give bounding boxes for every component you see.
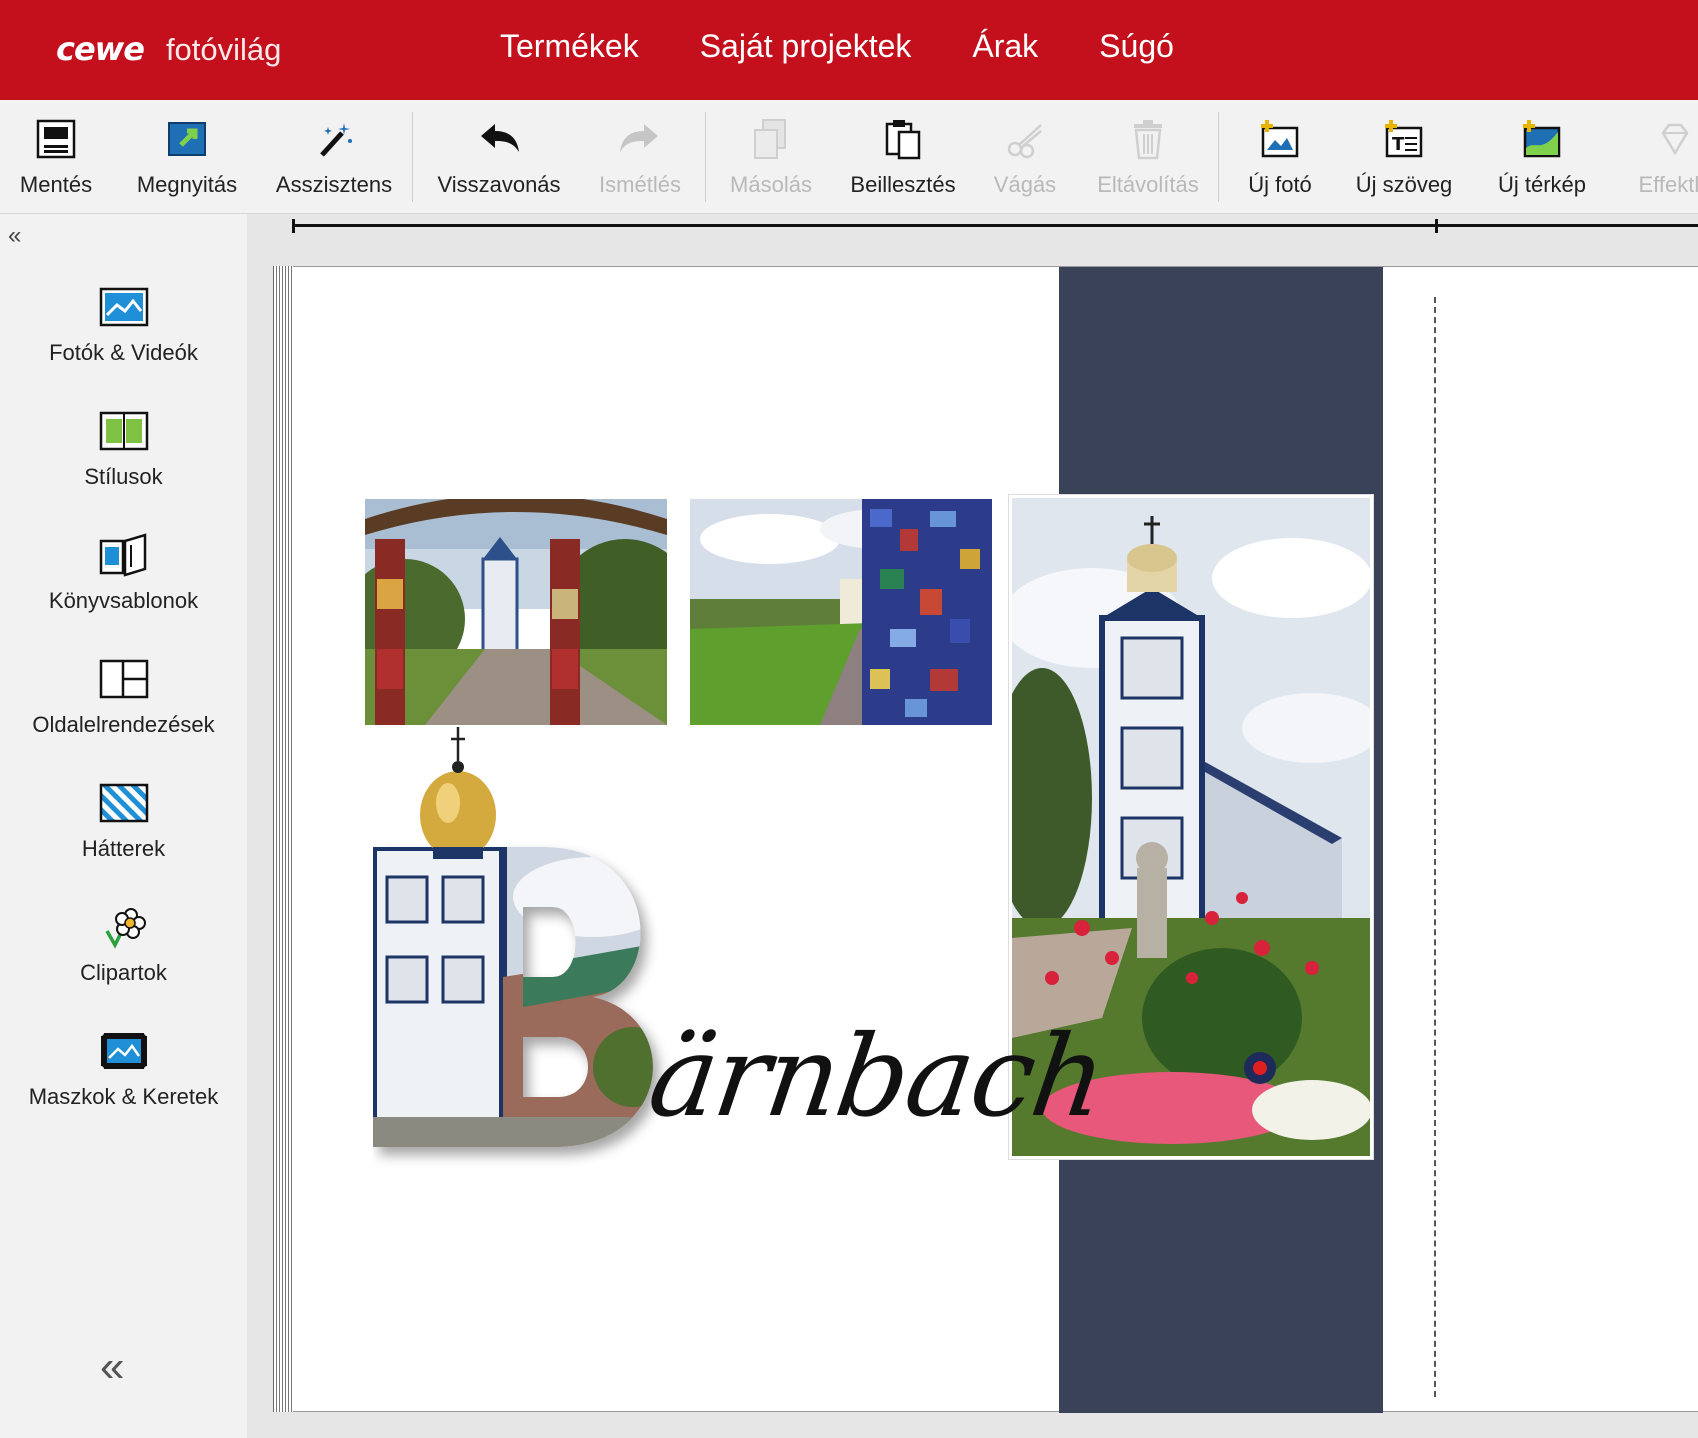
effects-icon — [1652, 116, 1698, 162]
magic-wand-icon — [311, 116, 357, 162]
editor-workspace: B ärnbach — [247, 214, 1698, 1438]
open-button[interactable]: Megnyitás — [132, 100, 242, 213]
ruler-tick — [292, 219, 295, 233]
logo-brand: cewe — [56, 30, 145, 68]
photos-icon — [98, 284, 150, 330]
undo-icon — [476, 116, 522, 162]
sidebar-item-label: Könyvsablonok — [48, 588, 199, 613]
effects-button[interactable]: Effektla — [1625, 100, 1698, 213]
book-spine — [273, 266, 293, 1412]
new-photo-button[interactable]: Új fotó — [1238, 100, 1322, 213]
nav-products[interactable]: Termékek — [500, 28, 639, 65]
paste-icon — [880, 116, 926, 162]
logo-product: fotóvilág — [165, 32, 282, 67]
styles-icon — [98, 408, 150, 454]
left-sidebar: « Fotók & Videók Stílusok Könyvsablonok … — [0, 214, 247, 1438]
sidebar-item-label: Hátterek — [81, 836, 166, 861]
paste-button[interactable]: Beillesztés — [848, 100, 958, 213]
new-photo-icon — [1257, 116, 1303, 162]
sidebar-item-label: Stílusok — [84, 464, 163, 489]
scissors-icon — [1002, 116, 1048, 162]
open-icon — [164, 116, 210, 162]
undo-button[interactable]: Visszavonás — [436, 100, 562, 213]
new-map-label: Új térkép — [1497, 172, 1587, 197]
collapse-panel-icon[interactable]: « — [100, 1342, 125, 1392]
sidebar-item-masks-frames[interactable]: Maszkok & Keretek — [0, 1028, 247, 1138]
assistant-button[interactable]: Asszisztens — [275, 100, 393, 213]
cut-button[interactable]: Vágás — [985, 100, 1065, 213]
photo-archway[interactable] — [365, 499, 667, 725]
open-label: Megnyitás — [136, 172, 238, 197]
new-photo-label: Új fotó — [1248, 172, 1312, 197]
clipart-icon — [98, 904, 150, 950]
effects-label: Effektla — [1638, 172, 1698, 197]
copy-label: Másolás — [730, 172, 812, 197]
cut-label: Vágás — [993, 172, 1057, 197]
trash-icon — [1125, 116, 1171, 162]
save-label: Mentés — [19, 172, 93, 197]
sidebar-item-label: Clipartok — [80, 960, 167, 985]
nav-my-projects[interactable]: Saját projektek — [700, 28, 912, 65]
sidebar-item-photos-videos[interactable]: Fotók & Videók — [0, 284, 247, 394]
save-icon — [33, 116, 79, 162]
copy-button[interactable]: Másolás — [725, 100, 817, 213]
masks-frames-icon — [97, 1028, 150, 1074]
sidebar-item-book-templates[interactable]: Könyvsablonok — [0, 532, 247, 642]
toolbar: Mentés Megnyitás Asszisztens Visszavonás… — [0, 100, 1698, 214]
undo-label: Visszavonás — [437, 172, 561, 197]
new-map-button[interactable]: Új térkép — [1490, 100, 1594, 213]
book-templates-icon — [98, 532, 150, 578]
collapse-sidebar-icon[interactable]: « — [8, 222, 21, 250]
paste-label: Beillesztés — [850, 172, 956, 197]
new-text-icon: T — [1381, 116, 1427, 162]
page-layouts-icon — [98, 656, 150, 702]
page-ruler — [293, 224, 1698, 227]
remove-button[interactable]: Eltávolítás — [1093, 100, 1203, 213]
ruler-tick — [1435, 219, 1438, 233]
sidebar-item-label: Maszkok & Keretek — [28, 1084, 219, 1109]
new-text-label: Új szöveg — [1355, 172, 1453, 197]
backgrounds-icon — [98, 780, 150, 826]
remove-label: Eltávolítás — [1097, 172, 1199, 197]
new-text-button[interactable]: T Új szöveg — [1352, 100, 1456, 213]
sidebar-item-backgrounds[interactable]: Hátterek — [0, 780, 247, 890]
nav-prices[interactable]: Árak — [972, 28, 1038, 65]
assistant-label: Asszisztens — [275, 172, 393, 197]
sidebar-item-label: Fotók & Videók — [49, 340, 198, 365]
toolbar-separator — [705, 112, 706, 202]
cewe-logo[interactable]: cewe fotóvilág — [56, 30, 281, 72]
book-page[interactable]: B ärnbach — [293, 266, 1698, 1413]
nav-help[interactable]: Súgó — [1099, 28, 1174, 65]
copy-icon — [748, 116, 794, 162]
toolbar-separator — [412, 112, 413, 202]
top-bar: cewe fotóvilág Termékek Saját projektek … — [0, 0, 1698, 100]
new-map-icon — [1519, 116, 1565, 162]
page-fold-line — [1434, 297, 1436, 1397]
photo-mosaic-wall[interactable] — [690, 499, 992, 725]
title-script-text[interactable]: ärnbach — [642, 1012, 1112, 1142]
sidebar-item-page-layouts[interactable]: Oldalelrendezések — [0, 656, 247, 766]
svg-text:T: T — [1392, 134, 1405, 155]
toolbar-separator — [1218, 112, 1219, 202]
sidebar-item-styles[interactable]: Stílusok — [0, 408, 247, 518]
save-button[interactable]: Mentés — [10, 100, 102, 213]
sidebar-item-label: Oldalelrendezések — [32, 712, 215, 737]
redo-button[interactable]: Ismétlés — [592, 100, 688, 213]
redo-label: Ismétlés — [599, 172, 681, 197]
top-navigation: Termékek Saját projektek Árak Súgó — [500, 28, 1235, 65]
redo-icon — [617, 116, 663, 162]
sidebar-item-clipart[interactable]: Clipartok — [0, 904, 247, 1014]
